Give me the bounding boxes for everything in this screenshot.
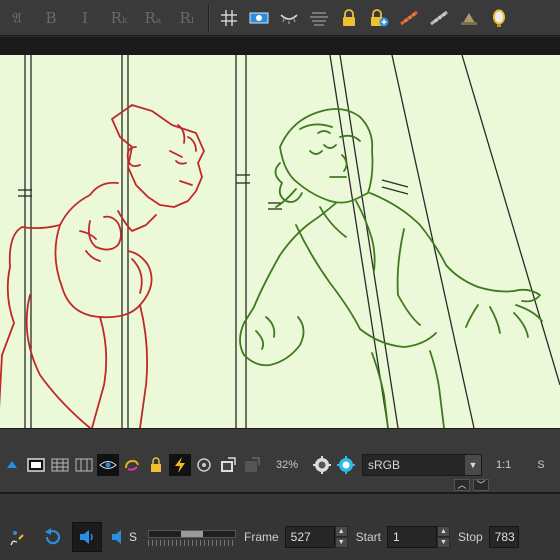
top-toolbar: 𝔄 B I Rₖ Rₐ Rₗ: [0, 0, 560, 36]
start-down-arrow[interactable]: ▼: [437, 537, 451, 548]
quick-render-icon[interactable]: [169, 454, 191, 476]
color-wheel-icon[interactable]: [311, 454, 333, 476]
start-up-arrow[interactable]: ▲: [437, 526, 451, 537]
frame-view-icon[interactable]: [25, 454, 47, 476]
ruler-icon[interactable]: [394, 4, 424, 32]
sound-label: S: [128, 530, 137, 544]
volume-slider[interactable]: [148, 526, 236, 548]
mask-icon[interactable]: [121, 454, 143, 476]
drawing-canvas[interactable]: [0, 55, 560, 428]
light-table-icon[interactable]: [274, 4, 304, 32]
add-lock-icon[interactable]: [364, 4, 394, 32]
toolbar-separator: [208, 4, 210, 31]
frame-value[interactable]: 527: [284, 526, 335, 548]
mirror-icon[interactable]: [484, 4, 514, 32]
lock-icon[interactable]: [334, 4, 364, 32]
align-text-label: Rₐ: [144, 8, 162, 27]
lock-toggle-icon[interactable]: [145, 454, 167, 476]
color-space-select[interactable]: sRGB ▼: [362, 454, 482, 476]
onion-skin-icon[interactable]: [244, 4, 274, 32]
stop-value[interactable]: 783: [488, 526, 519, 548]
chevron-up-icon[interactable]: ︿: [454, 479, 470, 491]
grid-icon[interactable]: [214, 4, 244, 32]
chevron-down-icon[interactable]: ﹀: [473, 479, 489, 491]
render-preview-icon[interactable]: [217, 454, 239, 476]
frame-label: Frame: [244, 530, 279, 544]
onion-eye-icon[interactable]: [97, 454, 119, 476]
scrub-sound-icon[interactable]: S: [106, 522, 140, 552]
scene-drawing: [0, 55, 560, 428]
frame-down-arrow[interactable]: ▼: [334, 537, 348, 548]
table-view-icon[interactable]: [49, 454, 71, 476]
toolbar-gap: [0, 37, 560, 55]
camera-toolbar: 32% sRGB ▼ 1:1 S: [0, 428, 560, 478]
aspect-ratio[interactable]: 1:1: [496, 459, 511, 471]
sync-icon[interactable]: [4, 522, 34, 552]
text-style-button-1[interactable]: 𝔄: [3, 4, 31, 32]
grid-view-icon[interactable]: [73, 454, 95, 476]
playback-toolbar: S Frame 527 ▲ ▼ Start 1 ▲ ▼ Stop 783: [0, 492, 560, 560]
start-label: Start: [355, 530, 382, 544]
kerning-button[interactable]: Rₖ: [105, 4, 133, 32]
bold-button[interactable]: B: [37, 4, 65, 32]
zoom-level[interactable]: 32%: [264, 455, 310, 475]
bold-label: B: [45, 8, 57, 27]
text-style-label: 𝔄: [12, 8, 22, 27]
extra-label[interactable]: S: [537, 459, 544, 471]
start-field[interactable]: 1 ▲ ▼: [387, 526, 451, 548]
start-value[interactable]: 1: [387, 526, 438, 548]
italic-label: I: [82, 8, 88, 27]
camera-subbar: ︿ ﹀: [0, 478, 560, 492]
italic-button[interactable]: I: [71, 4, 99, 32]
camera-view-icon[interactable]: [1, 454, 23, 476]
hat-icon[interactable]: [454, 4, 484, 32]
reset-view-icon[interactable]: [193, 454, 215, 476]
ruler-alt-icon[interactable]: [424, 4, 454, 32]
stop-field[interactable]: 783: [488, 526, 519, 548]
slider-ticks: [148, 540, 236, 546]
align-icon[interactable]: [304, 4, 334, 32]
color-space-value: sRGB: [368, 458, 401, 472]
loop-icon[interactable]: [38, 522, 68, 552]
animation-app: 𝔄 B I Rₖ Rₐ Rₗ 32% sRGB ▼ 1:1 S ︿ ﹀ S Fr…: [0, 0, 560, 560]
stop-label: Stop: [458, 530, 483, 544]
color-settings-icon[interactable]: [335, 454, 357, 476]
chevron-down-icon: ▼: [465, 455, 481, 475]
align-text-button[interactable]: Rₐ: [139, 4, 167, 32]
leading-label: Rₗ: [179, 8, 195, 27]
frame-field[interactable]: 527 ▲ ▼: [284, 526, 348, 548]
kerning-label: Rₖ: [110, 8, 128, 27]
render-disabled-icon[interactable]: [241, 454, 263, 476]
leading-button[interactable]: Rₗ: [173, 4, 201, 32]
sound-toggle-icon[interactable]: [72, 522, 102, 552]
slider-handle[interactable]: [181, 531, 203, 537]
frame-up-arrow[interactable]: ▲: [334, 526, 348, 537]
